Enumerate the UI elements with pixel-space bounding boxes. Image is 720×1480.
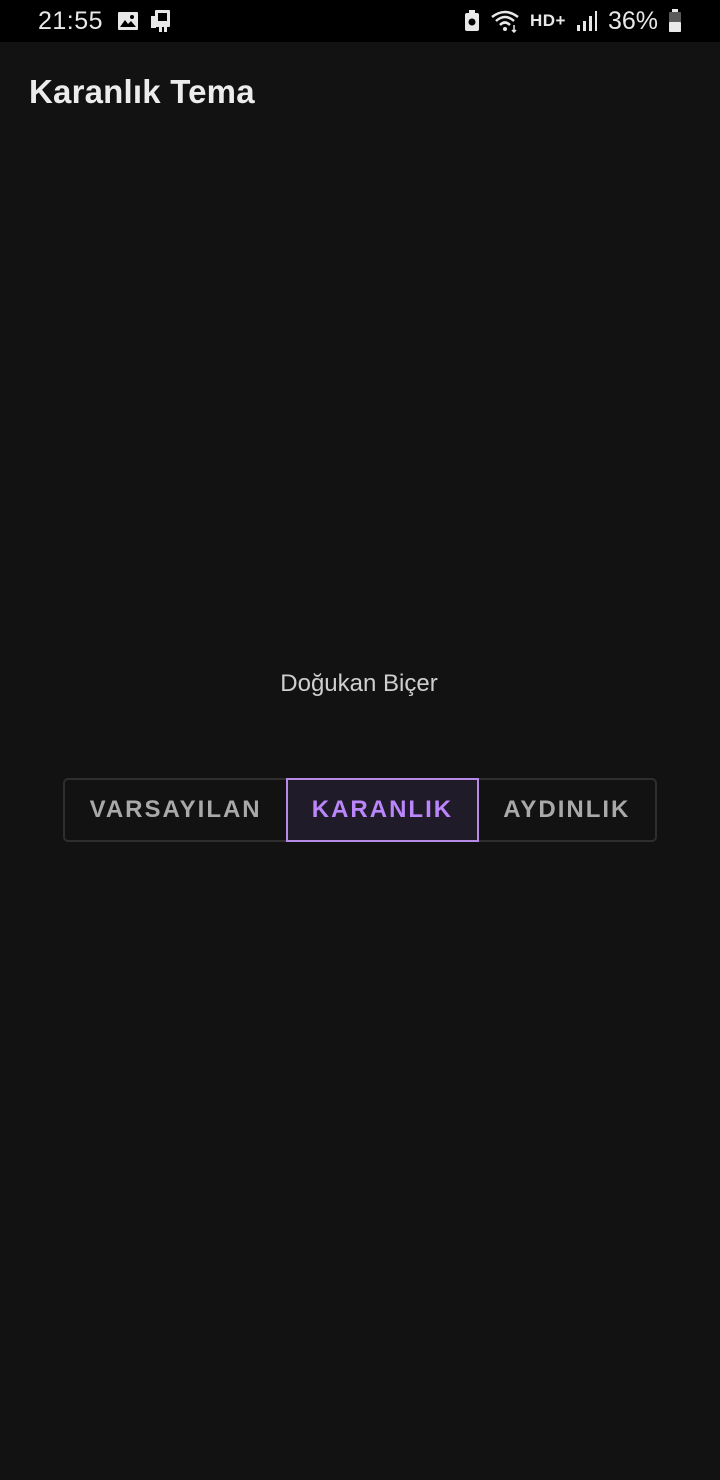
status-bar-right: HD+ 36% bbox=[464, 7, 682, 36]
status-bar-left: 21:55 bbox=[38, 7, 175, 36]
battery-saver-icon bbox=[464, 10, 480, 32]
page-title: Karanlık Tema bbox=[29, 73, 255, 110]
image-icon bbox=[117, 11, 139, 31]
battery-percent: 36% bbox=[607, 6, 658, 35]
status-bar: 21:55 HD+ 36% bbox=[0, 0, 720, 42]
theme-dark-button[interactable]: KARANLIK bbox=[286, 778, 479, 842]
theme-default-button[interactable]: VARSAYILAN bbox=[65, 780, 286, 840]
battery-icon bbox=[668, 9, 682, 33]
device-icon bbox=[149, 9, 175, 33]
app-bar: Karanlık Tema bbox=[0, 42, 720, 142]
wifi-icon bbox=[490, 9, 520, 33]
author-name: Doğukan Biçer bbox=[280, 670, 438, 697]
theme-light-button[interactable]: AYDINLIK bbox=[479, 780, 655, 840]
signal-icon bbox=[576, 10, 598, 32]
network-type-label: HD+ bbox=[529, 11, 566, 30]
status-time: 21:55 bbox=[38, 6, 104, 35]
theme-toggle-group: VARSAYILAN KARANLIK AYDINLIK bbox=[63, 778, 657, 842]
